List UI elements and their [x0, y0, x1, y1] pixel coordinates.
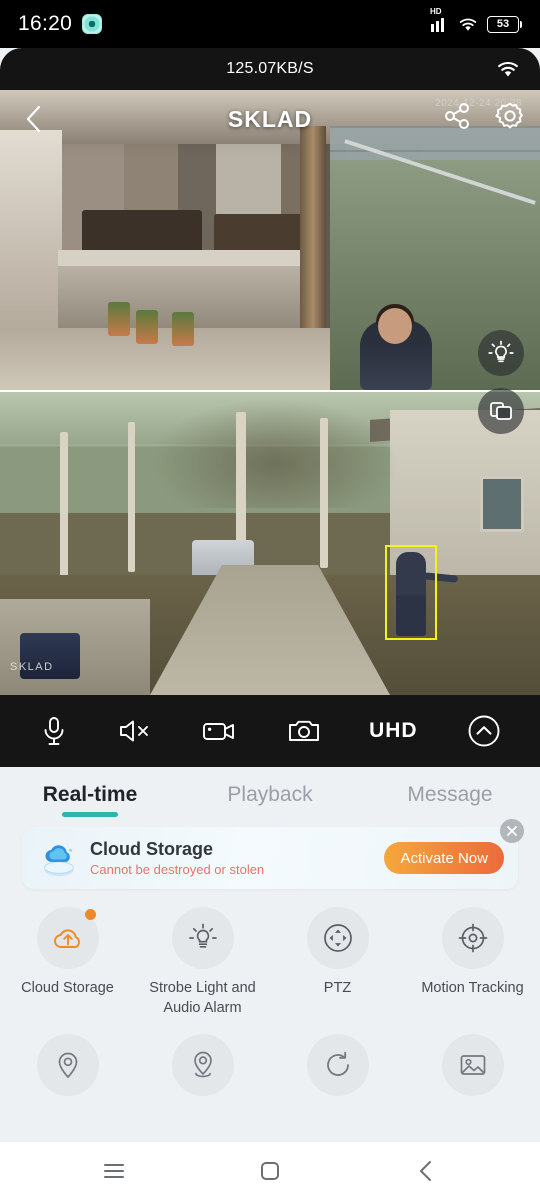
expand-button[interactable]: [467, 714, 501, 748]
cloud-storage-promo-banner[interactable]: Cloud Storage Cannot be destroyed or sto…: [22, 827, 518, 889]
refresh-rotate-icon: [326, 1051, 349, 1077]
multi-window-icon: [490, 402, 512, 420]
light-bulb-icon: [188, 923, 217, 948]
gear-icon: [495, 102, 523, 129]
video-float-buttons: [478, 330, 524, 434]
feed-bottom-image: [0, 392, 540, 695]
activate-now-button[interactable]: Activate Now: [384, 842, 504, 874]
video-header-actions: [442, 100, 526, 137]
recents-button[interactable]: [91, 1148, 137, 1194]
tab-playback-label: Playback: [227, 783, 313, 806]
home-square-icon: [261, 1162, 279, 1180]
feature-strobe-light-audio-alarm[interactable]: Strobe Light and Audio Alarm: [135, 907, 270, 1018]
back-chevron-icon: [420, 1161, 431, 1181]
microphone-button[interactable]: [39, 715, 69, 747]
feature-label: Strobe Light and Audio Alarm: [149, 980, 256, 1016]
tab-real-time[interactable]: Real-time: [0, 783, 180, 823]
player-toolbar: UHD: [0, 695, 540, 767]
ptz-pan-tilt-icon: [323, 924, 352, 952]
tab-message[interactable]: Message: [360, 783, 540, 823]
chevron-left-icon: [26, 105, 41, 133]
mute-button[interactable]: [118, 716, 152, 746]
cellular-signal-icon: HD: [430, 7, 449, 32]
camera-app-icon: [82, 14, 103, 34]
promo-text-block: Cloud Storage Cannot be destroyed or sto…: [90, 839, 384, 878]
feature-label: Cloud Storage: [21, 980, 114, 996]
video-camera-icon: [202, 723, 234, 740]
image-album-icon: [460, 1055, 485, 1075]
close-icon: [507, 826, 517, 836]
battery-indicator: 53: [487, 15, 522, 33]
tab-active-underline: [62, 812, 118, 817]
android-nav-bar: [0, 1142, 540, 1200]
feature-image-album[interactable]: [405, 1034, 540, 1106]
feature-refresh[interactable]: [270, 1034, 405, 1106]
video-header: SKLAD 2024-12-24 20:38: [0, 90, 540, 148]
feature-location-preset[interactable]: [135, 1034, 270, 1106]
home-button[interactable]: [247, 1148, 293, 1194]
feature-icon-wrap: [441, 1034, 504, 1097]
feature-motion-tracking[interactable]: Motion Tracking: [405, 907, 540, 1018]
location-preset-pin-icon: [193, 1051, 212, 1078]
close-promo-button[interactable]: [500, 819, 524, 843]
status-bar: 16:20 HD 53: [0, 0, 540, 48]
tab-real-time-label: Real-time: [42, 783, 138, 806]
feature-label: Motion Tracking: [421, 980, 524, 996]
split-screen-button[interactable]: [478, 388, 524, 434]
notification-badge: [84, 909, 96, 920]
feature-location-pin[interactable]: [0, 1034, 135, 1106]
promo-banner-wrapper: Cloud Storage Cannot be destroyed or sto…: [0, 819, 540, 889]
back-button[interactable]: [403, 1148, 449, 1194]
cloud-storage-icon: [44, 845, 74, 877]
status-bar-left: 16:20: [18, 12, 103, 36]
feature-icon-wrap: [36, 1034, 99, 1097]
quality-button[interactable]: UHD: [369, 719, 418, 743]
back-button[interactable]: [16, 101, 52, 137]
chevron-up-circle-icon: [468, 715, 500, 747]
wifi-icon: [459, 18, 477, 31]
status-bar-right: HD 53: [430, 7, 522, 33]
tab-playback[interactable]: Playback: [180, 783, 360, 823]
phone-screen: 16:20 HD 53 125.07KB/S SKLAD SKLAD 2024-…: [0, 0, 540, 1200]
status-time: 16:20: [18, 12, 73, 35]
crosshair-target-icon: [458, 923, 487, 953]
speaker-muted-icon: [120, 720, 149, 742]
promo-subtitle: Cannot be destroyed or stolen: [90, 862, 265, 878]
location-pin-icon: [58, 1052, 77, 1079]
feature-icon-wrap: [171, 1034, 234, 1097]
battery-percent: 53: [487, 15, 519, 33]
share-button[interactable]: [442, 101, 472, 136]
feature-icon-wrap: [306, 907, 369, 969]
feature-ptz[interactable]: PTZ: [270, 907, 405, 1018]
bandwidth-bar: 125.07KB/S: [0, 48, 540, 90]
feature-grid: Cloud Storage Strobe Light and Audio Ala…: [0, 889, 540, 1107]
content-tabs: Real-time Playback Message: [0, 767, 540, 823]
feature-icon-wrap: [171, 907, 234, 969]
feed-watermark: SKLAD: [10, 661, 54, 673]
camera-icon: [288, 720, 319, 741]
share-nodes-icon: [445, 103, 469, 129]
feature-icon-wrap: [441, 907, 504, 969]
feature-icon-wrap: [306, 1034, 369, 1097]
snapshot-button[interactable]: [288, 717, 320, 745]
bandwidth-rate: 125.07KB/S: [226, 60, 314, 77]
feature-icon-wrap: [36, 907, 99, 969]
camera-feed-bottom[interactable]: SKLAD: [0, 392, 540, 695]
video-feed-area[interactable]: SKLAD SKLAD 2024-12-24 20:38: [0, 90, 540, 695]
microphone-icon: [44, 717, 64, 745]
record-button[interactable]: [202, 717, 238, 745]
spotlight-button[interactable]: [478, 330, 524, 376]
person-detection-box: [385, 545, 437, 640]
tab-message-label: Message: [407, 783, 493, 806]
promo-title: Cloud Storage: [90, 838, 214, 859]
wifi-icon: [498, 61, 518, 77]
battery-cap: [520, 20, 522, 28]
settings-button[interactable]: [494, 100, 526, 137]
feature-cloud-storage[interactable]: Cloud Storage: [0, 907, 135, 1018]
feature-label: PTZ: [323, 980, 352, 996]
light-bulb-icon: [488, 340, 514, 363]
cloud-upload-icon: [53, 929, 80, 948]
network-type-label: HD: [430, 7, 442, 16]
menu-recents-icon: [104, 1164, 124, 1178]
